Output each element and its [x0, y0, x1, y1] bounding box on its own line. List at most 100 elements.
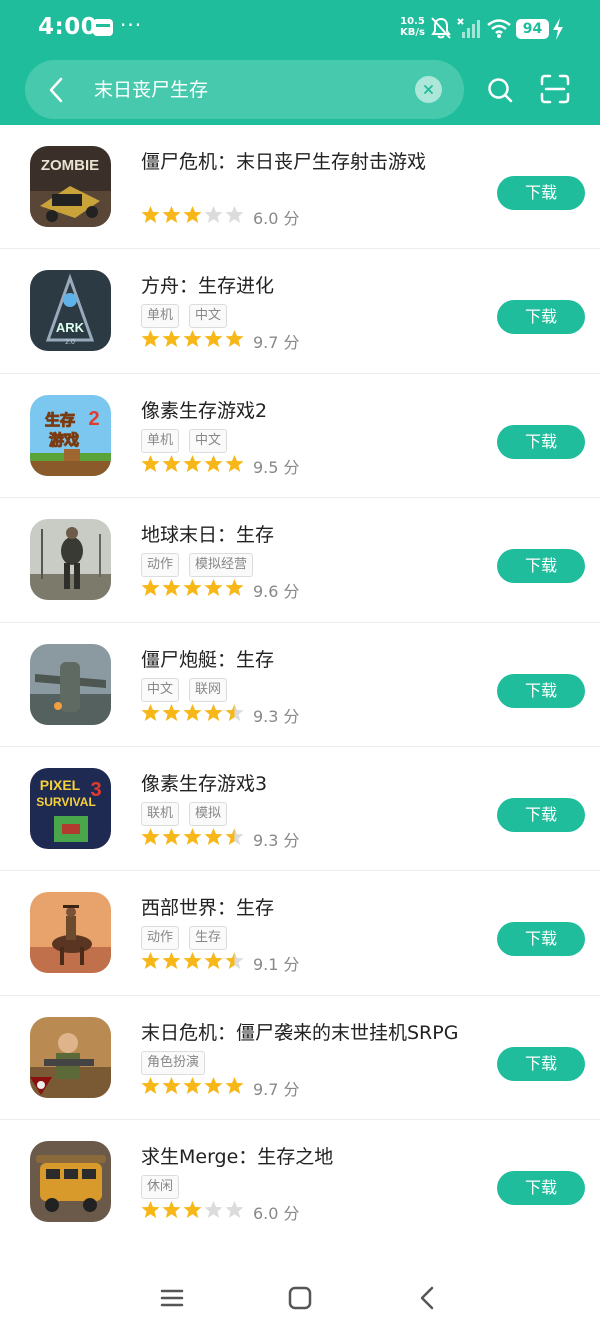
survival-merge-icon	[30, 1141, 111, 1223]
tag-list: 动作 生存	[141, 926, 228, 951]
home-icon[interactable]	[286, 1284, 314, 1312]
svg-text:生存: 生存	[45, 411, 75, 429]
download-button[interactable]: 下载	[497, 176, 585, 210]
rating-stars	[141, 703, 244, 722]
download-button[interactable]: 下载	[497, 673, 585, 708]
download-button[interactable]: 下载	[497, 300, 585, 335]
pixel-survival-2-icon: 生存游戏 2	[30, 394, 111, 476]
star-icon	[183, 952, 202, 970]
list-item[interactable]: ARK 2.0 方舟：生存进化 单机 中文 9.7 分 下载	[0, 249, 600, 374]
tag: 模拟经营	[189, 553, 254, 578]
star-icon	[162, 454, 181, 472]
tag-list: 联机 模拟	[141, 801, 228, 826]
search-results-list: ZOMBIE 僵尸危机：末日丧尸生存射击游戏 6.0 分 下载 ARK 2.0 方…	[0, 125, 600, 1245]
search-icon[interactable]	[486, 76, 514, 104]
app-name: 西部世界：生存	[141, 897, 275, 920]
ark-game-icon: ARK 2.0	[30, 270, 111, 352]
star-icon	[162, 1076, 181, 1094]
search-input[interactable]	[94, 77, 394, 103]
star-icon	[204, 703, 223, 721]
more-notifications-icon: ···	[120, 13, 143, 37]
app-score: 9.7 分	[253, 1079, 300, 1099]
tag: 中文	[189, 304, 228, 329]
list-item[interactable]: 生存 游戏 2 像素生存游戏2 单机 中文 9.5 分 下载	[0, 374, 600, 499]
tag-list: 单机 中文	[141, 428, 228, 453]
network-speed: 10.5 KB/s	[400, 16, 425, 38]
star-icon	[183, 454, 202, 472]
westland-icon	[30, 892, 111, 974]
rating-stars	[141, 205, 244, 224]
star-icon	[183, 579, 202, 597]
tag: 中文	[141, 677, 180, 702]
last-day-on-earth-icon	[30, 519, 111, 601]
star-icon	[204, 206, 223, 223]
list-item[interactable]: 僵尸炮艇：生存 中文 联网 9.3 分 下载	[0, 623, 600, 747]
star-icon	[162, 579, 181, 597]
network-speed-unit: KB/s	[400, 27, 425, 38]
tag-list: 休闲	[141, 1175, 180, 1200]
tag: 生存	[189, 926, 228, 951]
star-icon	[204, 330, 223, 348]
app-name: 地球末日：生存	[141, 524, 275, 547]
svg-text:2: 2	[88, 408, 99, 430]
star-icon	[225, 827, 244, 845]
tag: 动作	[141, 553, 180, 578]
star-icon	[204, 1201, 223, 1219]
star-icon	[183, 1076, 202, 1094]
download-button[interactable]: 下载	[497, 797, 585, 832]
list-item[interactable]: 求生Merge：生存之地 休闲 6.0 分 下载	[0, 1120, 600, 1245]
menu-icon[interactable]	[158, 1284, 186, 1312]
tag: 单机	[141, 304, 180, 329]
list-item[interactable]: 地球末日：生存 动作 模拟经营 9.6 分 下载	[0, 498, 600, 623]
rating-stars	[141, 1200, 244, 1219]
network-speed-value: 10.5	[400, 16, 425, 27]
star-icon	[204, 827, 223, 845]
app-score: 6.0 分	[253, 209, 300, 228]
star-icon	[225, 1201, 244, 1219]
star-icon	[225, 1076, 244, 1094]
star-icon	[204, 952, 223, 970]
back-arrow-icon[interactable]	[46, 76, 66, 104]
tag-list: 角色扮演	[141, 1050, 206, 1075]
list-item[interactable]: ZOMBIE 僵尸危机：末日丧尸生存射击游戏 6.0 分 下载	[0, 125, 600, 250]
star-icon	[204, 454, 223, 472]
star-icon	[141, 206, 160, 223]
star-icon	[183, 827, 202, 845]
svg-text:2.0: 2.0	[65, 339, 75, 346]
app-name: 僵尸炮艇：生存	[141, 648, 275, 671]
clear-search-button[interactable]	[415, 76, 442, 103]
app-score: 9.1 分	[253, 955, 300, 975]
star-icon	[225, 703, 244, 721]
rating-stars	[141, 329, 244, 348]
close-icon	[424, 85, 433, 94]
app-name: 方舟：生存进化	[141, 275, 275, 298]
svg-text:SURVIVAL: SURVIVAL	[36, 795, 96, 809]
star-icon	[225, 454, 244, 472]
list-item[interactable]: PIXEL SURVIVAL 3 像素生存游戏3 联机 模拟 9.3 分 下载	[0, 747, 600, 872]
app-name: 僵尸危机：末日丧尸生存射击游戏	[141, 151, 427, 173]
tag-list: 动作 模拟经营	[141, 553, 254, 578]
list-item[interactable]: 末日危机：僵尸袭来的末世挂机SRPG 角色扮演 9.7 分 下载	[0, 996, 600, 1121]
star-icon	[141, 703, 160, 721]
download-button[interactable]: 下载	[497, 922, 585, 957]
svg-text:游戏: 游戏	[49, 431, 79, 449]
star-icon	[162, 206, 181, 223]
download-button[interactable]: 下载	[497, 424, 585, 459]
scan-icon[interactable]	[540, 74, 570, 104]
svg-text:ARK: ARK	[56, 320, 85, 335]
back-icon[interactable]	[414, 1284, 442, 1312]
download-button[interactable]: 下载	[497, 1046, 585, 1081]
star-icon	[225, 206, 244, 223]
star-icon	[204, 1076, 223, 1094]
tag: 动作	[141, 926, 180, 951]
tag: 单机	[141, 428, 180, 453]
rating-stars	[141, 578, 244, 597]
download-button[interactable]: 下载	[497, 1171, 585, 1206]
list-item[interactable]: 西部世界：生存 动作 生存 9.1 分 下载	[0, 871, 600, 996]
tag-list: 中文 联网	[141, 677, 228, 702]
star-icon	[225, 952, 244, 970]
download-button[interactable]: 下载	[497, 549, 585, 584]
tag: 休闲	[141, 1175, 180, 1200]
signal-icon	[457, 18, 480, 38]
rating-stars	[141, 1076, 244, 1095]
